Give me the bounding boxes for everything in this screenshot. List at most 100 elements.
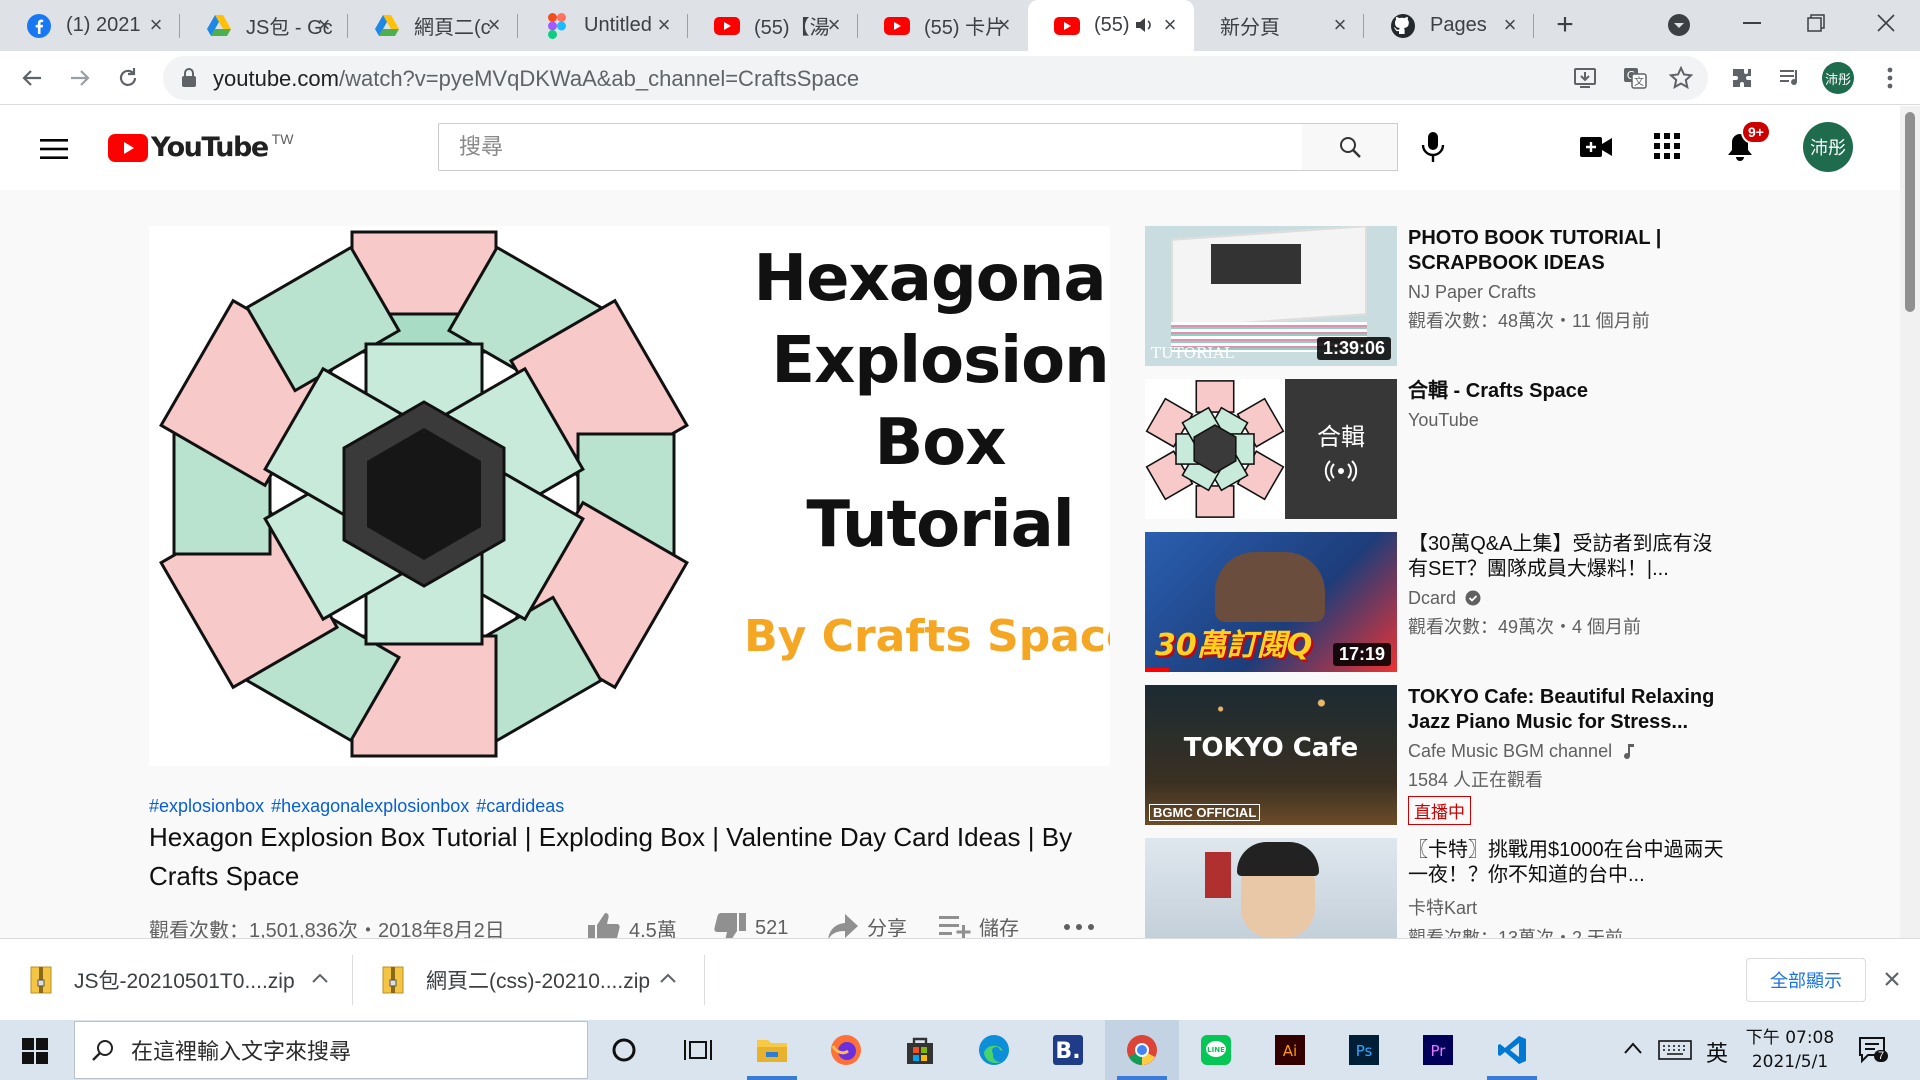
taskbar-premiere[interactable]: Pr: [1401, 1020, 1475, 1080]
tab-figma[interactable]: Untitled ×: [518, 0, 688, 51]
cortana-button[interactable]: [587, 1020, 661, 1080]
video-hashtags[interactable]: #explosionbox #hexagonalexplosionbox #ca…: [149, 796, 564, 817]
chevron-up-icon[interactable]: [660, 973, 676, 983]
tab-github-pages[interactable]: Pages ×: [1364, 0, 1534, 51]
create-video-button[interactable]: [1580, 136, 1612, 158]
tab-facebook[interactable]: (1) 2021 ×: [0, 0, 180, 51]
taskbar-illustrator[interactable]: Ai: [1253, 1020, 1327, 1080]
show-hidden-icons-button[interactable]: [1624, 1042, 1642, 1054]
task-view-button[interactable]: [661, 1020, 735, 1080]
windows-start-button[interactable]: [22, 1038, 48, 1064]
input-method-indicator[interactable]: 英: [1706, 1036, 1728, 1068]
close-downloads-icon[interactable]: [1884, 971, 1900, 987]
tab-google-drive-2[interactable]: 網頁二(c ×: [348, 0, 518, 51]
more-actions-button[interactable]: [1064, 924, 1094, 930]
video-player[interactable]: Hexagonal Explosion Box Tutorial By Craf…: [149, 226, 1110, 766]
bookmark-star-icon[interactable]: [1669, 66, 1693, 90]
tab-search-button[interactable]: [1666, 12, 1692, 38]
taskbar-search-box[interactable]: 在這裡輸入文字來搜尋: [74, 1021, 588, 1079]
close-tab-icon[interactable]: ×: [144, 13, 168, 37]
install-app-icon[interactable]: [1573, 66, 1597, 90]
profile-avatar[interactable]: 沛彤: [1822, 62, 1854, 94]
system-clock[interactable]: 下午 07:08 2021/5/1: [1742, 1026, 1838, 1074]
recommendation-channel[interactable]: Dcard: [1408, 588, 1728, 609]
recommendation-thumbnail[interactable]: 30萬訂閱Q 17:19: [1145, 532, 1397, 672]
taskbar-booking[interactable]: B.: [1031, 1020, 1105, 1080]
recommendation-item[interactable]: 〖卡特〗挑戰用$1000在台中過兩天一夜！？你不知道的台中... 卡特Kart …: [1145, 838, 1765, 938]
recommendation-channel[interactable]: 卡特Kart: [1408, 894, 1728, 920]
apps-grid-button[interactable]: [1654, 133, 1680, 159]
recommendation-channel[interactable]: NJ Paper Crafts: [1408, 282, 1728, 303]
show-all-downloads-button[interactable]: 全部顯示: [1746, 958, 1866, 1002]
notifications-button[interactable]: 9+: [1726, 120, 1771, 162]
media-control-icon[interactable]: [1772, 60, 1808, 96]
dislike-button[interactable]: 521: [713, 912, 788, 938]
taskbar-file-explorer[interactable]: [735, 1020, 809, 1080]
tab-youtube-2[interactable]: (55) 卡片 ×: [858, 0, 1028, 51]
search-button[interactable]: [1302, 123, 1398, 171]
taskbar-vscode[interactable]: [1475, 1020, 1549, 1080]
recommendation-title[interactable]: 合輯 - Crafts Space: [1408, 379, 1728, 404]
recommendation-item[interactable]: TUTORIAL 1:39:06 PHOTO BOOK TUTORIAL | S…: [1145, 226, 1765, 366]
share-button[interactable]: 分享: [827, 912, 907, 938]
taskbar-edge[interactable]: [957, 1020, 1031, 1080]
extensions-icon[interactable]: [1724, 60, 1760, 96]
recommendation-item[interactable]: 30萬訂閱Q 17:19 【30萬Q&A上集】受訪者到底有沒有SET？團隊成員大…: [1145, 532, 1765, 672]
hamburger-menu-icon[interactable]: [40, 139, 68, 159]
close-tab-icon[interactable]: ×: [1158, 13, 1182, 37]
restore-button[interactable]: [1784, 0, 1848, 45]
close-tab-icon[interactable]: ×: [992, 13, 1016, 37]
recommendation-thumbnail[interactable]: [1145, 838, 1397, 938]
chevron-up-icon[interactable]: [312, 973, 328, 983]
recommendation-channel[interactable]: Cafe Music BGM channel: [1408, 741, 1728, 762]
youtube-logo[interactable]: YouTube TW: [108, 131, 293, 163]
download-item[interactable]: 網頁二(css)-20210....zip: [382, 939, 682, 1021]
close-tab-icon[interactable]: ×: [822, 13, 846, 37]
save-button[interactable]: 儲存: [939, 912, 1019, 938]
speaker-icon[interactable]: [1134, 15, 1154, 35]
minimize-button[interactable]: [1720, 0, 1784, 45]
taskbar-photoshop[interactable]: Ps: [1327, 1020, 1401, 1080]
download-item[interactable]: JS包-20210501T0....zip: [30, 939, 330, 1021]
recommendation-item[interactable]: TOKYO Cafe BGMC OFFICIAL TOKYO Cafe: Bea…: [1145, 685, 1765, 825]
recommendation-channel[interactable]: YouTube: [1408, 410, 1728, 431]
taskbar-microsoft-store[interactable]: [883, 1020, 957, 1080]
recommendation-thumbnail[interactable]: TOKYO Cafe BGMC OFFICIAL: [1145, 685, 1397, 825]
user-avatar[interactable]: 沛彤: [1803, 122, 1853, 172]
tab-youtube-1[interactable]: (55)【湯 ×: [688, 0, 858, 51]
recommendation-thumbnail[interactable]: TUTORIAL 1:39:06: [1145, 226, 1397, 366]
tab-youtube-active[interactable]: (55) ×: [1028, 0, 1194, 51]
close-tab-icon[interactable]: ×: [482, 13, 506, 37]
search-input[interactable]: [439, 124, 1302, 170]
page-scrollbar[interactable]: [1900, 106, 1920, 938]
recommendation-item[interactable]: 合輯 合輯 - Crafts Space YouTube: [1145, 379, 1765, 519]
forward-button[interactable]: [62, 60, 98, 96]
playlist-thumbnail[interactable]: 合輯: [1145, 379, 1397, 519]
search-field[interactable]: [438, 123, 1303, 171]
close-tab-icon[interactable]: ×: [1498, 13, 1522, 37]
scrollbar-thumb[interactable]: [1905, 112, 1915, 312]
taskbar-line[interactable]: LINE: [1179, 1020, 1253, 1080]
lock-icon[interactable]: [181, 68, 197, 88]
tab-new-tab[interactable]: 新分頁 ×: [1194, 0, 1364, 51]
translate-icon[interactable]: G文: [1623, 66, 1647, 90]
close-tab-icon[interactable]: ×: [1328, 13, 1352, 37]
back-button[interactable]: [14, 60, 50, 96]
new-tab-button[interactable]: +: [1548, 8, 1582, 42]
close-tab-icon[interactable]: ×: [652, 13, 676, 37]
like-button[interactable]: 4.5萬: [587, 912, 677, 938]
taskbar-firefox[interactable]: [809, 1020, 883, 1080]
action-center-button[interactable]: 7: [1858, 1036, 1889, 1064]
touch-keyboard-button[interactable]: [1658, 1040, 1692, 1060]
reload-button[interactable]: [110, 60, 146, 96]
close-tab-icon[interactable]: ×: [312, 13, 336, 37]
voice-search-button[interactable]: [1420, 131, 1446, 163]
address-bar[interactable]: youtube.com/watch?v=pyeMVqDKWaA&ab_chann…: [163, 56, 1708, 100]
recommendation-title[interactable]: TOKYO Cafe: Beautiful Relaxing Jazz Pian…: [1408, 685, 1728, 735]
menu-kebab-icon[interactable]: [1872, 60, 1908, 96]
tab-google-drive-1[interactable]: JS包 - Gc ×: [180, 0, 348, 51]
recommendation-title[interactable]: PHOTO BOOK TUTORIAL | SCRAPBOOK IDEAS: [1408, 226, 1728, 276]
recommendation-title[interactable]: 〖卡特〗挑戰用$1000在台中過兩天一夜！？你不知道的台中...: [1408, 838, 1728, 888]
recommendation-title[interactable]: 【30萬Q&A上集】受訪者到底有沒有SET？團隊成員大爆料！|...: [1408, 532, 1728, 582]
taskbar-chrome[interactable]: [1105, 1020, 1179, 1080]
